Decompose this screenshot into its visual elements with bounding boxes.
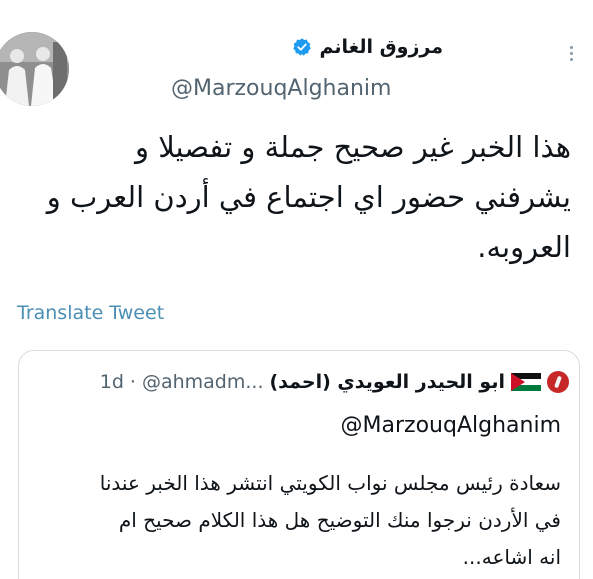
- quoted-tweet-text: سعادة رئيس مجلس نواب الكويتي انتشر هذا ا…: [31, 465, 561, 576]
- author-handle[interactable]: @MarzouqAlghanim: [171, 76, 391, 101]
- quoted-line: انه اشاعه...: [462, 545, 561, 569]
- tweet-line: هذا الخبر غير صحيح جملة و تفصيلا و: [135, 130, 571, 164]
- tweet-author: مرزوق الغانم @MarzouqAlghanim: [0, 30, 573, 110]
- translate-tweet-link[interactable]: Translate Tweet: [17, 302, 164, 324]
- author-name[interactable]: مرزوق الغانم: [320, 36, 443, 58]
- quoted-tweet[interactable]: ابو الحيدر العويدي (احمد) @ahmadm... · 1…: [18, 350, 580, 579]
- tweet-line: يشرفني حضور اي اجتماع في أردن العرب و: [46, 180, 571, 214]
- quoted-author-avatar[interactable]: [547, 371, 569, 393]
- author-name-row: مرزوق الغانم: [292, 36, 443, 58]
- tweet-text: هذا الخبر غير صحيح جملة و تفصيلا و يشرفن…: [11, 122, 571, 272]
- quoted-author-handle[interactable]: @ahmadm...: [142, 371, 264, 393]
- avatar-photo: [0, 32, 69, 106]
- verified-badge-icon: [292, 38, 311, 56]
- separator-dot: ·: [129, 371, 136, 393]
- quoted-tweet-header: ابو الحيدر العويدي (احمد) @ahmadm... · 1…: [100, 371, 569, 393]
- quoted-line: سعادة رئيس مجلس نواب الكويتي انتشر هذا ا…: [99, 471, 561, 495]
- tweet-line: العروبه.: [477, 230, 571, 264]
- quoted-timestamp[interactable]: 1d: [100, 371, 124, 393]
- jordan-flag-icon: [511, 373, 541, 391]
- quoted-author-name[interactable]: ابو الحيدر العويدي (احمد): [269, 371, 505, 393]
- quoted-line: في الأردن نرجوا منك التوضيح هل هذا الكلا…: [118, 508, 561, 532]
- author-avatar[interactable]: [0, 32, 69, 106]
- replying-to-mention[interactable]: @MarzouqAlghanim: [341, 413, 561, 438]
